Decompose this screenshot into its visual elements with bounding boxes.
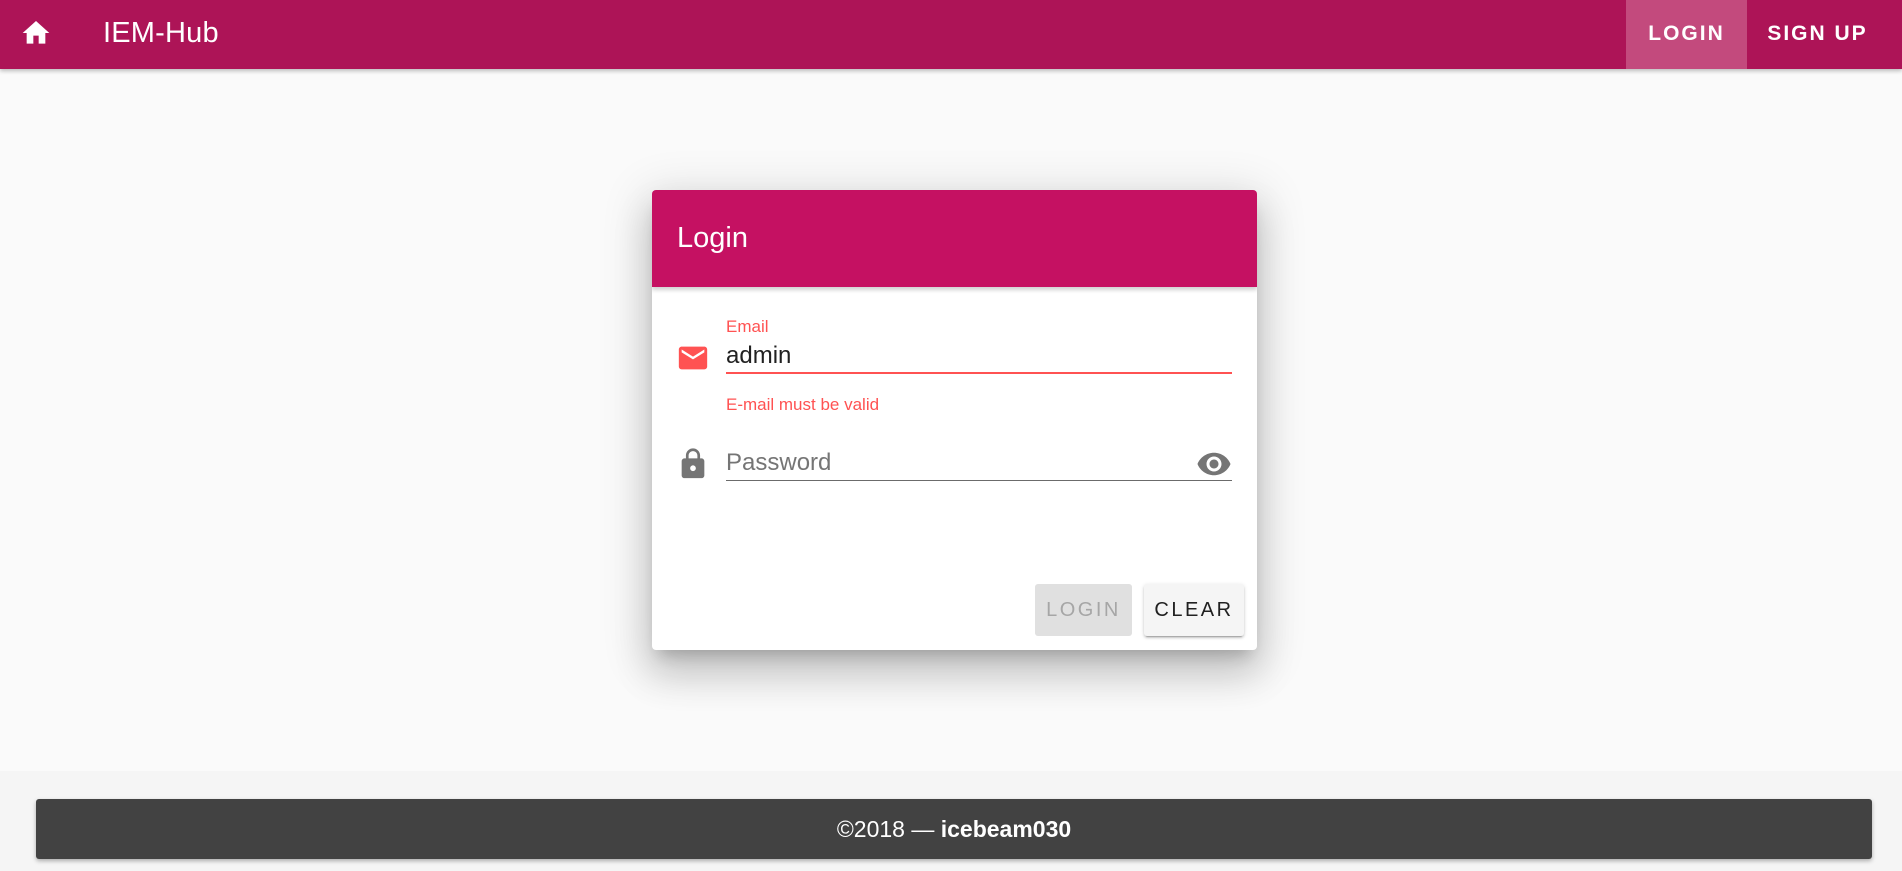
footer-copyright: ©2018 — bbox=[836, 815, 941, 842]
home-icon bbox=[22, 21, 50, 44]
login-card: Login Email E-mail must be valid LOGIN C… bbox=[652, 190, 1257, 650]
email-error-message: E-mail must be valid bbox=[726, 395, 880, 414]
lock-icon bbox=[675, 446, 711, 482]
eye-icon[interactable] bbox=[1194, 444, 1234, 484]
clear-button[interactable]: CLEAR bbox=[1144, 584, 1244, 636]
login-submit-button[interactable]: LOGIN bbox=[1035, 584, 1132, 636]
email-label: Email bbox=[726, 317, 769, 336]
footer-author: icebeam030 bbox=[940, 815, 1072, 842]
password-input[interactable] bbox=[726, 446, 1232, 481]
login-card-title: Login bbox=[677, 222, 748, 254]
login-card-header: Login bbox=[652, 190, 1257, 287]
footer-bar: ©2018 — icebeam030 bbox=[36, 799, 1872, 859]
email-input[interactable] bbox=[726, 340, 1232, 374]
email-icon bbox=[675, 340, 711, 376]
app-title[interactable]: IEM-Hub bbox=[103, 0, 219, 69]
nav-signup-button[interactable]: SIGN UP bbox=[1747, 0, 1888, 69]
home-button[interactable] bbox=[14, 11, 58, 55]
nav-login-button[interactable]: LOGIN bbox=[1626, 0, 1747, 69]
app-toolbar: IEM-Hub LOGIN SIGN UP bbox=[0, 0, 1902, 69]
